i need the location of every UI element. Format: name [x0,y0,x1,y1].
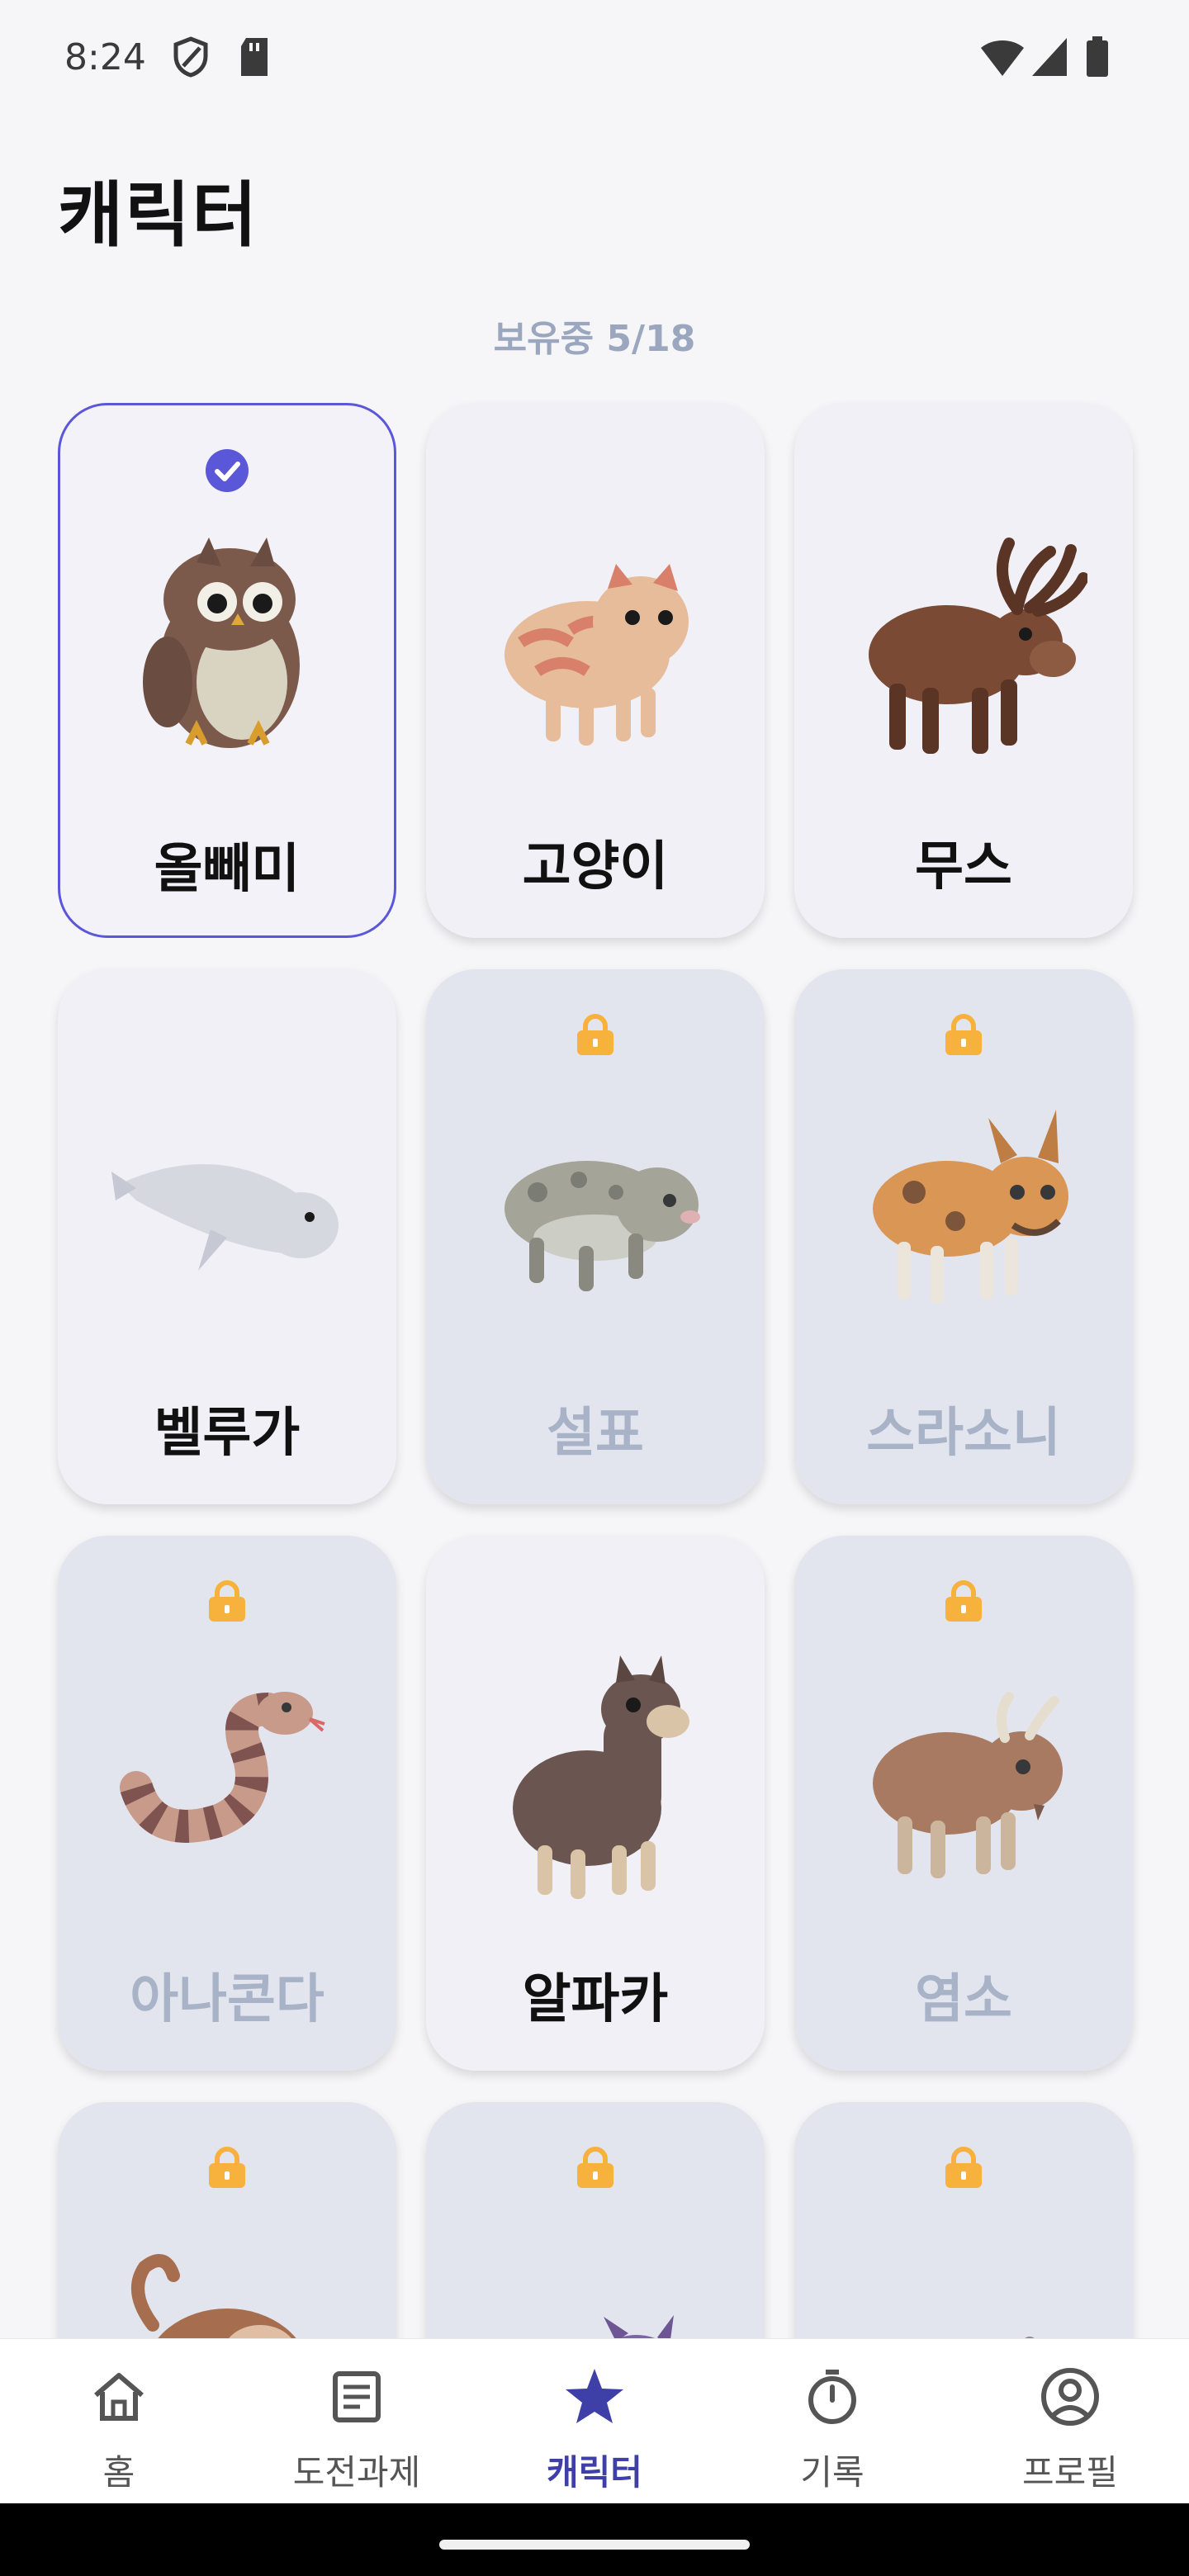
character-card-beluga[interactable]: 벨루가 [58,969,396,1504]
lock-icon [945,1580,982,1622]
nav-home[interactable]: 홈 [0,2339,238,2504]
nav-records[interactable]: 기록 [713,2339,951,2504]
character-card-cat[interactable]: 고양이 [426,403,765,938]
character-name: 아나콘다 [130,1969,324,2030]
shield-icon [173,36,208,78]
timer-icon [808,2370,856,2424]
lock-icon [945,2147,982,2188]
home-icon [94,2373,144,2421]
character-card-alpaca[interactable]: 알파카 [426,1536,765,2071]
nav-profile[interactable]: 프로필 [951,2339,1189,2504]
signal-icon [1032,38,1067,76]
article-icon [333,2371,381,2422]
alpaca-image [513,1655,689,1899]
beluga-image [111,1164,339,1271]
account-circle-icon [1041,2368,1099,2426]
character-name: 올빼미 [154,839,301,900]
status-time: 8:24 [64,36,146,78]
nav-challenges[interactable]: 도전과제 [238,2339,476,2504]
lock-icon [209,2147,245,2188]
character-card-moose[interactable]: 무스 [794,403,1133,938]
nav-profile-label: 프로필 [1022,2452,1118,2493]
home-gesture-handle[interactable] [439,2540,750,2550]
character-name: 염소 [915,1969,1012,2030]
nav-characters-label: 캐릭터 [547,2452,642,2493]
check-circle-icon [206,449,249,492]
character-card-owl[interactable]: 올빼미 [58,403,396,938]
character-card-snow-leopard[interactable]: 설표 [426,969,765,1504]
character-name: 무스 [915,836,1012,897]
character-card-anaconda[interactable]: 아나콘다 [58,1536,396,2071]
snow-leopard-image [504,1161,700,1291]
moose-image [869,537,1087,754]
character-name: 벨루가 [154,1403,301,1464]
lock-icon [945,1014,982,1055]
wifi-icon [981,40,1024,76]
star-icon [566,2369,623,2423]
goat-image [873,1692,1063,1878]
lock-icon [209,1580,245,1622]
character-name: 설표 [547,1403,644,1464]
lock-icon [577,1014,613,1055]
page-title: 캐릭터 [58,174,259,257]
lock-icon [577,2147,613,2188]
status-bar: 8:24 [0,0,1189,116]
nav-challenges-label: 도전과제 [292,2452,421,2493]
bottom-navigation: 홈 도전과제 캐릭터 기록 프로필 [0,2338,1189,2503]
cat-image [504,564,689,746]
battery-icon [1087,36,1108,77]
nav-home-label: 홈 [102,2452,135,2493]
character-card-goat[interactable]: 염소 [794,1536,1133,2071]
nav-records-label: 기록 [800,2452,865,2493]
owned-count: 보유중 5/18 [493,318,696,360]
character-name: 알파카 [522,1969,669,2030]
anaconda-image [120,1692,325,1843]
character-name: 스라소니 [866,1403,1061,1464]
sd-card-icon [241,38,268,76]
caracal-image [873,1110,1068,1304]
character-name: 고양이 [522,836,669,897]
nav-characters[interactable]: 캐릭터 [476,2339,713,2504]
character-card-caracal[interactable]: 스라소니 [794,969,1133,1504]
owl-image [143,537,300,748]
